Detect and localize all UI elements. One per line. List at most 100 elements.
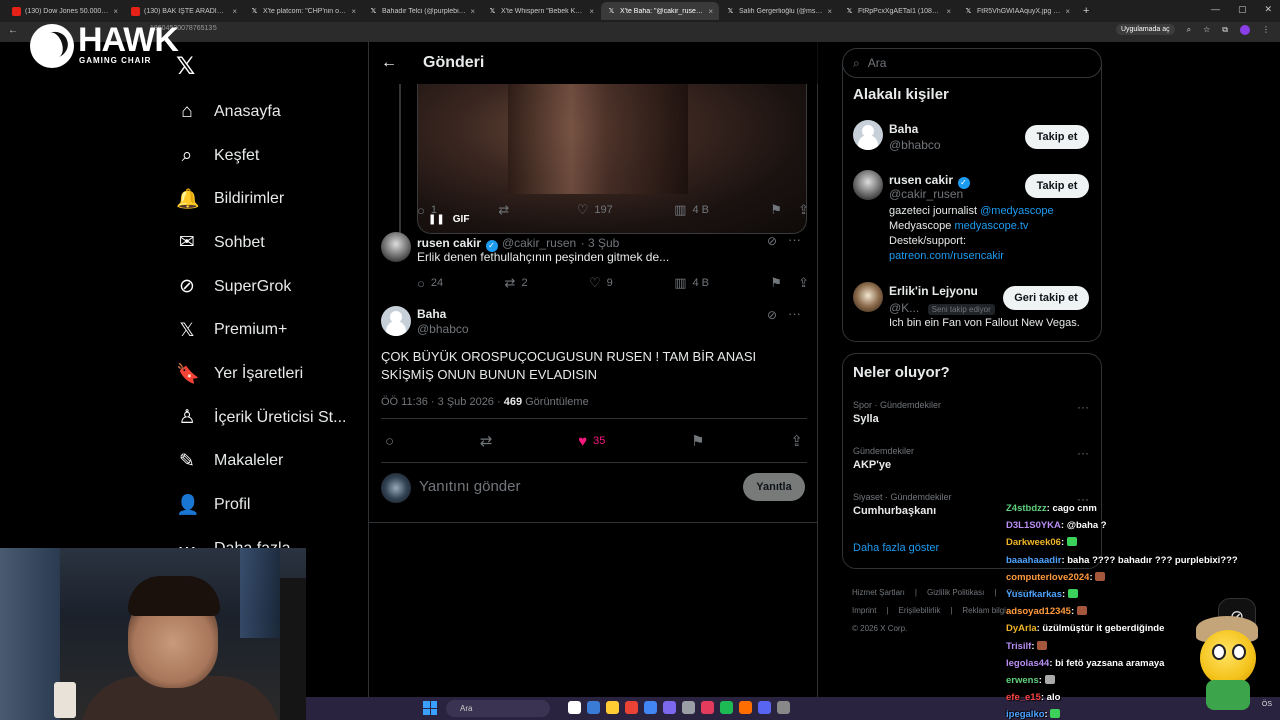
- retweet-button[interactable]: ⇄ 2: [505, 275, 528, 291]
- browser-icon[interactable]: [568, 701, 581, 714]
- footer-link[interactable]: Gizlilik Politikası: [927, 588, 984, 597]
- sidebar-item[interactable]: 👤 Profil: [174, 483, 364, 527]
- sidebar-item[interactable]: ♙ İçerik Üreticisi St...: [174, 396, 364, 440]
- author-handle[interactable]: @cakir_rusen: [502, 236, 576, 250]
- person-handle[interactable]: @K...: [889, 301, 919, 315]
- avatar[interactable]: [853, 282, 883, 312]
- sidebar-item[interactable]: ✉ Sohbet: [174, 221, 364, 265]
- browser-tab[interactable]: 𝕏 FtRpPcxXgAETaI1 (1080×807) ×: [839, 2, 957, 20]
- trend-item[interactable]: Spor · Gündemdekiler Sylla: [853, 400, 941, 425]
- sidebar-item[interactable]: ⌕ Keşfet: [174, 134, 364, 178]
- browser-tab[interactable]: 𝕏 X'te Whispern "Bebek Katili Abd×: [482, 2, 600, 20]
- avatar[interactable]: [853, 170, 883, 200]
- menu-icon[interactable]: ⋮: [1262, 25, 1270, 34]
- address-bar[interactable]: ← 1860453007876513 5 Uygulamada aç ⌕ ☆ ⧉…: [0, 22, 1280, 42]
- bookmark-icon[interactable]: ⚑: [770, 275, 782, 291]
- tab-close-icon[interactable]: ×: [351, 7, 356, 16]
- profile-avatar-icon[interactable]: [1240, 24, 1250, 35]
- tab-close-icon[interactable]: ×: [232, 7, 237, 16]
- sidebar-item[interactable]: ⌂ Anasayfa: [174, 90, 364, 134]
- retweet-icon[interactable]: ⇄: [480, 432, 493, 450]
- more-options-icon[interactable]: ···: [1077, 400, 1089, 414]
- author-name[interactable]: Baha: [417, 307, 446, 321]
- views-button[interactable]: ▥ 4 B: [674, 275, 709, 291]
- sidebar-item[interactable]: ⊘ SuperGrok: [174, 265, 364, 309]
- close-icon[interactable]: ✕: [1264, 4, 1272, 15]
- browser-tab[interactable]: 𝕏 X'te Baha: "@cakir_rusen @Kal ×: [601, 2, 719, 20]
- like-button[interactable]: ♡ 197: [577, 202, 613, 218]
- footer-link[interactable]: Erişilebilirlik: [899, 606, 941, 615]
- avatar[interactable]: [381, 232, 411, 262]
- tab-close-icon[interactable]: ×: [1065, 7, 1070, 16]
- windows-start-icon[interactable]: [423, 701, 437, 715]
- trend-item[interactable]: Siyaset · Gündemdekiler Cumhurbaşkanı: [853, 492, 952, 517]
- browser-tab[interactable]: (130) BAK İŞTE ARADIĞIM OYU×: [125, 2, 243, 20]
- bio-link[interactable]: @medyascope: [980, 205, 1054, 217]
- reply-button[interactable]: ○ 24: [417, 276, 443, 291]
- zoom-icon[interactable]: ⌕: [1187, 25, 1191, 35]
- sidebar-item[interactable]: 𝕏 Premium+: [174, 308, 364, 352]
- taskbar-search[interactable]: Ara: [446, 700, 550, 717]
- grok-icon[interactable]: ⊘: [767, 234, 777, 248]
- bio-link[interactable]: medyascope.tv: [954, 220, 1028, 232]
- app-icon[interactable]: [758, 701, 771, 714]
- reply-input[interactable]: Yanıtını gönder: [419, 478, 520, 495]
- discord-icon[interactable]: [663, 701, 676, 714]
- back-arrow-icon[interactable]: ←: [381, 54, 411, 72]
- sidebar-item[interactable]: 🔖 Yer İşaretleri: [174, 352, 364, 396]
- follow-button[interactable]: Takip et: [1025, 125, 1089, 149]
- follow-button[interactable]: Takip et: [1025, 174, 1089, 198]
- like-button[interactable]: ♥ 35: [578, 433, 605, 450]
- open-in-app-badge[interactable]: Uygulamada aç: [1115, 24, 1175, 35]
- person-name[interactable]: Baha: [889, 122, 918, 136]
- tab-close-icon[interactable]: ×: [470, 7, 475, 16]
- footer-link[interactable]: Imprint: [852, 606, 876, 615]
- tab-close-icon[interactable]: ×: [708, 7, 713, 16]
- person-name[interactable]: Erlik'in Lejyonu: [889, 284, 978, 298]
- reply-submit-button[interactable]: Yanıtla: [743, 473, 805, 501]
- show-more-link[interactable]: Daha fazla göster: [853, 542, 939, 554]
- person-name[interactable]: rusen cakir: [889, 173, 953, 187]
- new-tab-icon[interactable]: +: [1083, 5, 1089, 17]
- explorer-icon[interactable]: [606, 701, 619, 714]
- retweet-button[interactable]: ⇄: [498, 202, 515, 218]
- person-handle[interactable]: @cakir_rusen: [889, 187, 963, 201]
- footer-link[interactable]: Hizmet Şartları: [852, 588, 905, 597]
- x-logo-icon[interactable]: 𝕏: [176, 52, 195, 81]
- minimize-icon[interactable]: —: [1211, 4, 1220, 15]
- reply-button[interactable]: ○ 1: [417, 203, 437, 218]
- back-icon[interactable]: ←: [8, 25, 18, 36]
- tab-close-icon[interactable]: ×: [946, 7, 951, 16]
- person-handle[interactable]: @bhabco: [889, 138, 941, 152]
- tab-close-icon[interactable]: ×: [589, 7, 594, 16]
- more-options-icon[interactable]: ···: [1077, 446, 1089, 460]
- tweet-timestamp[interactable]: ÖÖ 11:36 · 3 Şub 2026 ·: [381, 396, 504, 408]
- author-handle[interactable]: @bhabco: [417, 322, 469, 336]
- more-options-icon[interactable]: ···: [788, 232, 801, 247]
- bookmark-icon[interactable]: ⚑: [770, 202, 782, 218]
- browser-tab[interactable]: 𝕏 FtR5VhGWIAAquyX.jpg (864×1 ×: [958, 2, 1076, 20]
- share-icon[interactable]: ⇪: [790, 432, 803, 450]
- browser-tab[interactable]: 𝕏 X'te platcom: "CHP'nin oyunlar ×: [244, 2, 362, 20]
- edge-icon[interactable]: [587, 701, 600, 714]
- avatar[interactable]: [853, 120, 883, 150]
- views-button[interactable]: ▥ 4 B: [674, 202, 709, 218]
- reply-icon[interactable]: ○: [385, 433, 394, 450]
- share-icon[interactable]: ⇪: [798, 275, 809, 291]
- browser-tab[interactable]: 𝕏 Salih Gergerlioğlu (@msalihg) ×: [720, 2, 838, 20]
- settings-icon[interactable]: [777, 701, 790, 714]
- spotify-icon[interactable]: [720, 701, 733, 714]
- like-button[interactable]: ♡ 9: [589, 275, 613, 291]
- maximize-icon[interactable]: ▢: [1238, 4, 1247, 15]
- app-icon[interactable]: [644, 701, 657, 714]
- browser-tab[interactable]: (130) Dow Jones 50.000 Oldu ! ×: [6, 2, 124, 20]
- tweet-time[interactable]: · 3 Şub: [581, 236, 620, 250]
- tab-close-icon[interactable]: ×: [113, 7, 118, 16]
- trend-item[interactable]: Gündemdekiler AKP'ye: [853, 446, 914, 471]
- avatar[interactable]: [381, 306, 411, 336]
- app-icon[interactable]: [701, 701, 714, 714]
- share-icon[interactable]: ⇪: [798, 202, 809, 218]
- browser-tab[interactable]: 𝕏 Bahadır Telci (@purplebixi) / X×: [363, 2, 481, 20]
- chrome-icon[interactable]: [625, 701, 638, 714]
- obs-icon[interactable]: [739, 701, 752, 714]
